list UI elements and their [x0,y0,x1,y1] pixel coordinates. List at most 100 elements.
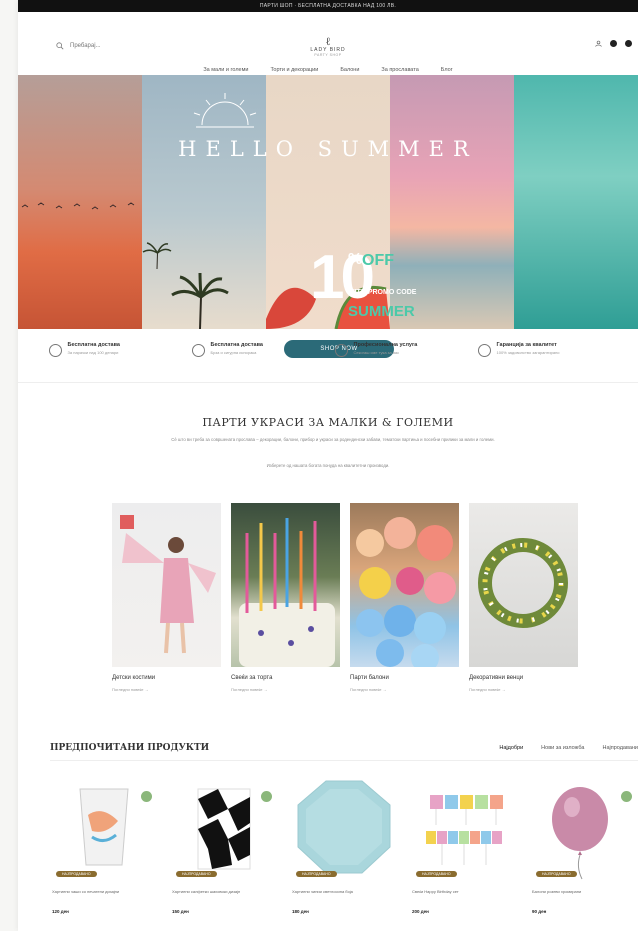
search-area[interactable]: Пребарај... [56,42,101,50]
product-card[interactable]: НАЈПРОДАВАНО Хартиени чаши со печатени д… [52,775,156,914]
tab-bestsellers[interactable]: Најпродавани [602,745,638,751]
main-nav: За мали и големи Торти и декорации Балон… [18,67,638,73]
category-image-balloons[interactable] [350,503,459,667]
feature-title: Гаранција за квалитет [496,342,557,348]
product-price: 150 ден [172,909,189,914]
search-icon[interactable] [56,42,64,50]
product-image-birthday-candles[interactable]: НАЈПРОДАВАНО [412,775,516,881]
product-name[interactable]: Хартиени чаши со печатени дизајни [52,889,156,901]
pink-balloon-graphic [552,787,608,880]
category-name[interactable]: Парти балони [350,675,459,681]
product-price: 90 ден [532,909,547,914]
product-badge: НАЈПРОДАВАНО [416,871,457,877]
category-link[interactable]: Погледни повеќе → [112,687,221,692]
category-card[interactable]: Детски костими Погледни повеќе → [112,503,221,692]
hero-panel-sunset [18,75,142,329]
support-icon [334,344,348,357]
user-icon[interactable] [595,40,602,47]
balloons-graphic [356,517,456,667]
product-price: 120 ден [52,909,69,914]
tab-best[interactable]: Најдобри [499,745,523,751]
nav-item-5[interactable]: Блог [441,67,453,73]
product-name[interactable]: Хартиени салфетки шаховски дизајн [172,889,276,901]
quality-icon [477,344,491,357]
feature-title: Бесплатна достава [210,342,263,348]
section-note: Изберете од нашата богата понуда на квал… [266,463,390,468]
palm-tree-small-graphic [142,242,172,269]
features-strip: Бесплатна достава За нарачки над 100 ден… [18,342,638,383]
nav-item-2[interactable]: Торти и декорации [270,67,318,73]
promo-off: OFF [362,252,394,269]
category-image-wreaths[interactable] [469,503,578,667]
hero-banner[interactable]: HELLO SUMMER 10 % OFF WITH PROMO CODE SU… [18,75,638,358]
category-name[interactable]: Декоративни венци [469,675,578,681]
product-price: 200 ден [412,909,429,914]
feature-subtitle: 100% задоволство загарантирано [496,350,560,355]
logo-sub: PARTY SHOP [314,53,342,57]
section-description: Сè што ви треба за совршената прослава –… [171,437,495,442]
feature-subtitle: За нарачки над 100 денари [67,350,119,355]
nav-item-3[interactable]: Балони [340,67,359,73]
category-card[interactable]: Парти балони Погледни повеќе → [350,503,459,692]
site-logo[interactable]: ℓ LADY BIRD PARTY SHOP [310,36,345,57]
feature-subtitle: Секогаш сме тука за вас [353,350,400,355]
product-image-cups[interactable]: НАЈПРОДАВАНО [52,775,156,881]
product-name[interactable]: Балони розеви хромирани [532,889,636,901]
feature-item: Гаранција за квалитет 100% задоволство з… [477,342,608,382]
cart-icon[interactable] [625,40,632,47]
wreath-graphic [478,538,568,628]
category-image-candles[interactable] [231,503,340,667]
costume-graphic [120,515,216,654]
product-price: 180 ден [292,909,309,914]
feature-item: Бесплатна достава Брза и сигурна испорак… [191,342,322,382]
category-link[interactable]: Погледни повеќе → [350,687,459,692]
category-card[interactable]: Декоративни венци Погледни повеќе → [469,503,578,692]
truck-icon [191,344,205,357]
favorites-tabs: Најдобри Нови за изложба Најпродавани [499,745,638,751]
feature-item: Бесплатна достава За нарачки над 100 ден… [48,342,179,382]
product-image-napkins[interactable]: НАЈПРОДАВАНО [172,775,276,881]
palm-tree-graphic [171,272,229,329]
wishlist-toggle-icon[interactable] [621,791,632,802]
product-card[interactable]: НАЈПРОДАВАНО Хартиени салфетки шаховски … [172,775,276,914]
product-badge: НАЈПРОДАВАНО [56,871,97,877]
category-link[interactable]: Погледни повеќе → [469,687,578,692]
wishlist-toggle-icon[interactable] [141,791,152,802]
product-name[interactable]: Хартиени чинии светлосина боја [292,889,396,901]
category-card[interactable]: Свеќи за торта Погледни повеќе → [231,503,340,692]
hero-panel-pool [514,75,638,329]
section-title: ПАРТИ УКРАСИ ЗА МАЛКИ & ГОЛЕМИ [202,416,454,429]
product-image-plates[interactable]: НАЈПРОДАВАНО [292,775,396,881]
category-name[interactable]: Детски костими [112,675,221,681]
nav-item-1[interactable]: За мали и големи [203,67,248,73]
tab-new[interactable]: Нови за изложба [541,745,584,751]
nav-item-4[interactable]: За прославата [381,67,418,73]
header-actions [595,40,632,47]
feature-title: Бесплатна достава [67,342,120,348]
feature-title: Професионална услуга [353,342,418,348]
product-image-balloons[interactable]: НАЈПРОДАВАНО [532,775,636,881]
category-link[interactable]: Погледни повеќе → [231,687,340,692]
promo-code: SUMMER [348,303,415,320]
category-grid: Детски костими Погледни повеќе → Свеќи з… [112,503,578,692]
wishlist-icon[interactable] [610,40,617,47]
category-image-costumes[interactable] [112,503,221,667]
cup-graphic [79,788,129,866]
feature-subtitle: Брза и сигурна испорака [210,350,257,355]
hero-title: HELLO SUMMER [178,137,478,161]
favorites-title: ПРЕДПОЧИТАНИ ПРОДУКТИ [50,743,210,753]
shipping-icon [48,344,62,357]
wishlist-toggle-icon[interactable] [261,791,272,802]
product-card[interactable]: НАЈПРОДАВАНО Хартиени чинии светлосина б… [292,775,396,914]
sun-icon [193,93,257,128]
category-name[interactable]: Свеќи за торта [231,675,340,681]
product-card[interactable]: НАЈПРОДАВАНО Балони розеви хромирани 90 … [532,775,636,914]
feature-item: Професионална услуга Секогаш сме тука за… [334,342,465,382]
product-name[interactable]: Свеќи Happy Birthday сет [412,889,516,901]
favorites-header: ПРЕДПОЧИТАНИ ПРОДУКТИ Најдобри Нови за и… [50,740,638,761]
promo-with-text: WITH PROMO CODE [348,289,417,296]
promo-pct: % [348,251,363,268]
plate-graphic [297,780,391,874]
search-label[interactable]: Пребарај... [70,43,101,49]
product-card[interactable]: НАЈПРОДАВАНО Свеќи Happy Birthday сет 20… [412,775,516,914]
